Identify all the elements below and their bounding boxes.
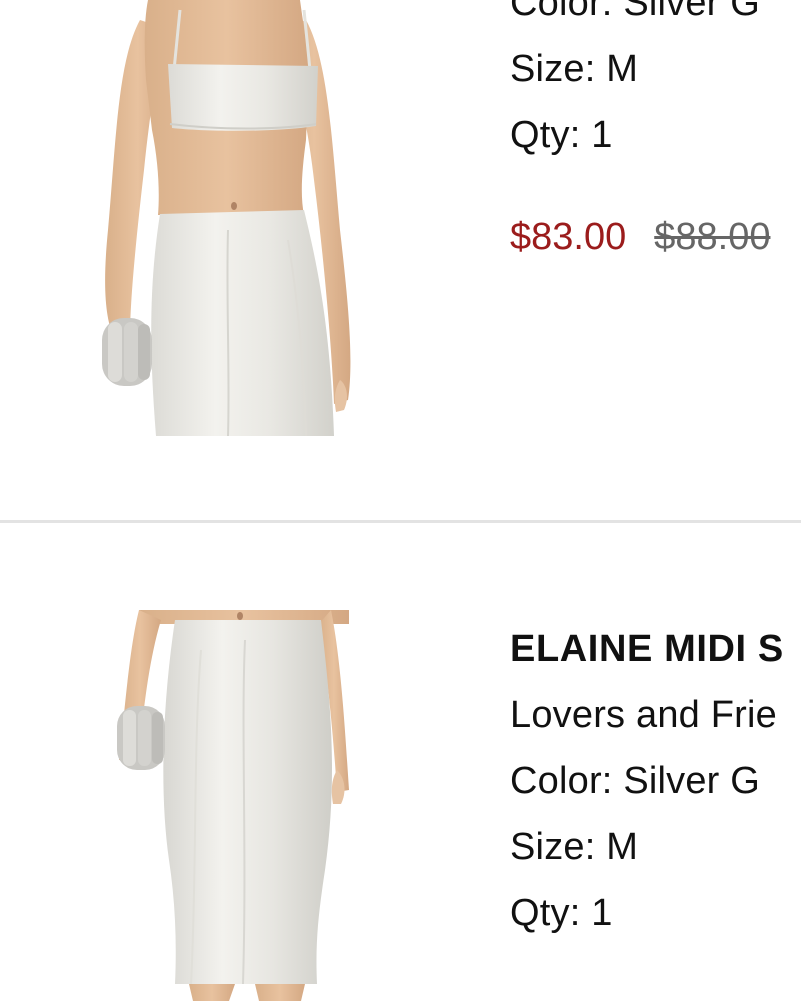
sale-price: $83.00 [510, 216, 627, 258]
clutch-bag [102, 318, 152, 386]
item-details: Color: Silver G Size: M Qty: 1 $83.00 $88… [510, 0, 801, 270]
item-qty: Qty: 1 [510, 892, 613, 934]
model-photo [117, 610, 349, 1001]
brand-name[interactable]: Lovers and Frie [510, 682, 801, 748]
product-image-top-and-skirt[interactable] [78, 0, 368, 437]
item-divider [0, 520, 801, 523]
original-price: $88.00 [654, 216, 771, 258]
item-color: Color: Silver G [510, 760, 761, 802]
cart-item: ELAINE MIDI S Lovers and Frie Color: Sil… [0, 524, 801, 1001]
cart-page: Color: Silver G Size: M Qty: 1 $83.00 $88… [0, 0, 801, 1001]
item-qty: Qty: 1 [510, 114, 613, 156]
item-size: Size: M [510, 48, 639, 90]
item-color: Color: Silver G [510, 0, 761, 24]
item-details: ELAINE MIDI S Lovers and Frie Color: Sil… [510, 616, 801, 946]
item-price: $83.00 $88.00 [510, 204, 801, 270]
item-size: Size: M [510, 826, 639, 868]
product-name[interactable]: ELAINE MIDI S [510, 616, 801, 682]
cart-item: Color: Silver G Size: M Qty: 1 $83.00 $88… [0, 0, 801, 520]
product-image-midi-skirt[interactable] [105, 610, 355, 1001]
clutch-bag [117, 706, 165, 770]
model-photo [102, 0, 351, 437]
